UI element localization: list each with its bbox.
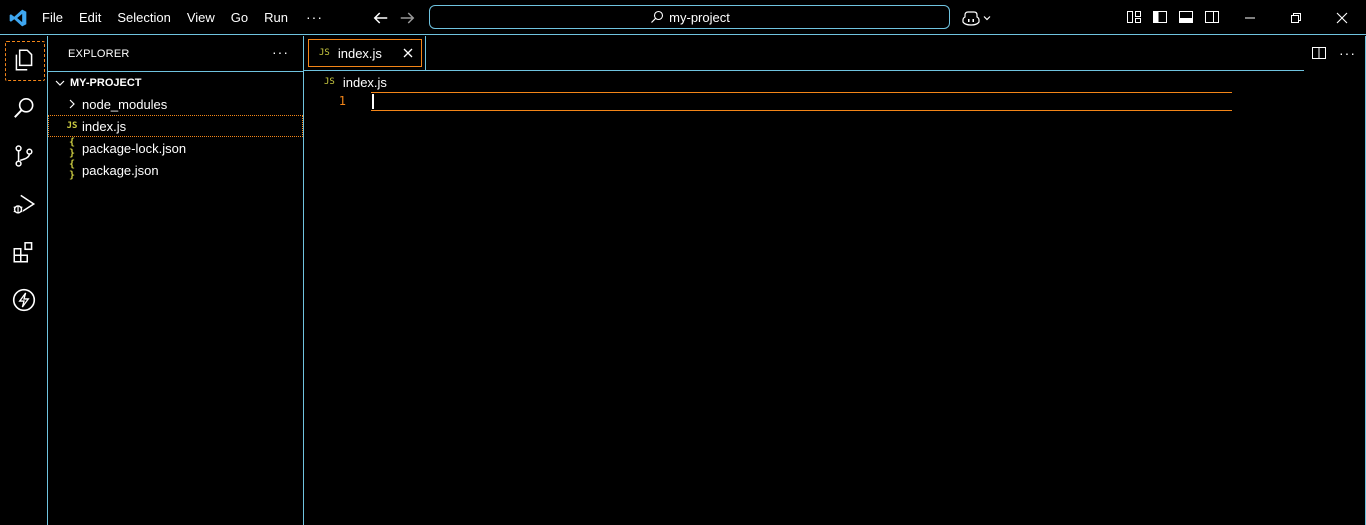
- menu-selection[interactable]: Selection: [109, 0, 178, 35]
- breadcrumb[interactable]: JS index.js: [324, 72, 387, 92]
- close-tab-icon[interactable]: [400, 45, 416, 61]
- project-section-header[interactable]: MY-PROJECT: [48, 71, 303, 93]
- close-window-button[interactable]: [1319, 0, 1365, 35]
- title-bar: File Edit Selection View Go Run ··· my-p…: [0, 0, 1366, 35]
- minimize-icon: [1245, 17, 1255, 18]
- editor-group: JS index.js ··· JS index.js 1: [304, 36, 1366, 525]
- json-file-icon: { }: [68, 159, 76, 181]
- text-cursor: [372, 94, 374, 109]
- line-number: 1: [338, 94, 346, 108]
- code-editor[interactable]: 1: [304, 92, 1366, 525]
- command-center-label: my-project: [669, 9, 730, 25]
- menu-edit[interactable]: Edit: [71, 0, 109, 35]
- activity-lightning[interactable]: [0, 276, 48, 324]
- chevron-right-icon: [69, 99, 75, 109]
- tab-label: index.js: [337, 45, 382, 61]
- layout-controls: [1126, 9, 1220, 25]
- activity-run-debug[interactable]: [0, 180, 48, 228]
- toggle-secondary-sidebar-icon[interactable]: [1204, 9, 1220, 25]
- editor-actions: ···: [1311, 45, 1356, 61]
- activity-explorer[interactable]: [0, 36, 48, 84]
- js-file-icon: JS: [324, 77, 335, 87]
- tab-index-js[interactable]: JS index.js: [308, 39, 422, 67]
- toggle-panel-icon[interactable]: [1178, 9, 1194, 25]
- chevron-down-icon: [983, 16, 991, 21]
- menu-go[interactable]: Go: [223, 0, 256, 35]
- extensions-icon: [13, 242, 33, 263]
- menu-view[interactable]: View: [179, 0, 223, 35]
- chevron-down-icon: [55, 80, 65, 86]
- vscode-logo-icon: [9, 9, 27, 27]
- run-debug-icon: [13, 194, 36, 214]
- restore-icon: [1291, 12, 1301, 23]
- tab-divider: [425, 36, 426, 71]
- source-control-icon: [15, 145, 33, 167]
- tab-bar: JS index.js ···: [304, 36, 1366, 71]
- editor-more-button[interactable]: ···: [1339, 45, 1356, 61]
- copilot-icon: [962, 11, 980, 26]
- lightning-icon: [12, 288, 36, 312]
- tree-item-package-lock-json[interactable]: { } package-lock.json: [48, 137, 303, 159]
- tree-item-label: index.js: [82, 118, 127, 134]
- explorer-sidebar: EXPLORER ··· MY-PROJECT node_modules JS …: [48, 36, 304, 525]
- menu-file[interactable]: File: [34, 0, 71, 35]
- search-icon: [14, 97, 34, 118]
- minimize-button[interactable]: [1227, 0, 1273, 35]
- split-editor-icon[interactable]: [1311, 45, 1327, 61]
- copilot-button[interactable]: [962, 9, 992, 27]
- tree-item-index-js[interactable]: JS index.js: [48, 115, 303, 137]
- menu-more-button[interactable]: ···: [296, 0, 333, 35]
- arrow-left-icon[interactable]: [371, 8, 391, 28]
- explorer-icon: [15, 49, 33, 71]
- menu-run[interactable]: Run: [256, 0, 296, 35]
- activity-bar: [0, 36, 48, 525]
- command-center-search[interactable]: my-project: [429, 5, 950, 29]
- json-file-icon: { }: [68, 137, 76, 159]
- js-file-icon: JS: [319, 48, 330, 58]
- breadcrumb-file[interactable]: index.js: [343, 75, 387, 90]
- js-file-icon: JS: [66, 121, 78, 131]
- tab-bar-border: [304, 70, 1304, 71]
- restore-button[interactable]: [1273, 0, 1319, 35]
- search-icon: [651, 10, 664, 23]
- arrow-right-icon[interactable]: [397, 8, 417, 28]
- tree-item-package-json[interactable]: { } package.json: [48, 159, 303, 181]
- menu-bar: File Edit Selection View Go Run ···: [34, 0, 333, 35]
- tree-item-label: package.json: [82, 162, 159, 178]
- tree-item-label: node_modules: [82, 96, 168, 112]
- activity-search[interactable]: [0, 84, 48, 132]
- explorer-more-button[interactable]: ···: [272, 44, 289, 60]
- close-icon: [1336, 12, 1348, 23]
- activity-source-control[interactable]: [0, 132, 48, 180]
- toggle-primary-sidebar-icon[interactable]: [1152, 9, 1168, 25]
- explorer-title: EXPLORER: [68, 47, 130, 60]
- tree-item-label: package-lock.json: [82, 140, 187, 156]
- project-name: MY-PROJECT: [70, 76, 142, 89]
- customize-layout-icon[interactable]: [1126, 9, 1142, 25]
- current-line-highlight: [371, 92, 1232, 111]
- tree-item-node-modules[interactable]: node_modules: [48, 93, 303, 115]
- activity-extensions[interactable]: [0, 228, 48, 276]
